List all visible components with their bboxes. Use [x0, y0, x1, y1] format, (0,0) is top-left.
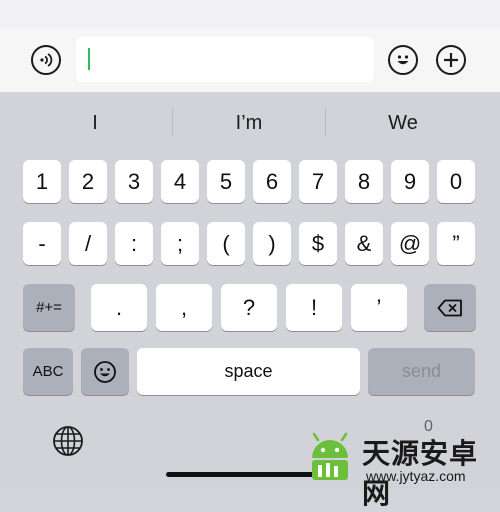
android-logo-icon [312, 432, 348, 480]
key-6[interactable]: 6 [253, 160, 291, 203]
key-at[interactable]: @ [391, 222, 429, 265]
key-left-paren[interactable]: ( [207, 222, 245, 265]
key-dollar[interactable]: $ [299, 222, 337, 265]
key-4[interactable]: 4 [161, 160, 199, 203]
key-hyphen[interactable]: - [23, 222, 61, 265]
plus-icon [444, 53, 458, 67]
send-key[interactable]: send [368, 348, 475, 395]
key-5[interactable]: 5 [207, 160, 245, 203]
voice-button[interactable] [31, 45, 61, 75]
chat-input-bar [0, 28, 500, 92]
emoji-button[interactable] [388, 45, 418, 75]
smiley-icon [94, 360, 116, 383]
backspace-icon [437, 299, 462, 316]
keyboard: I I’m We 1 2 3 4 5 6 7 8 9 0 - / : ; ( )… [0, 92, 500, 509]
more-symbols-key[interactable]: #+= [23, 284, 75, 331]
globe-button[interactable] [52, 425, 84, 462]
smiley-icon [397, 55, 409, 65]
globe-icon [53, 426, 83, 456]
top-strip [0, 0, 500, 28]
key-8[interactable]: 8 [345, 160, 383, 203]
suggestion-3[interactable]: We [326, 92, 480, 154]
key-7[interactable]: 7 [299, 160, 337, 203]
key-colon[interactable]: : [115, 222, 153, 265]
watermark-url: www.jytyaz.com [366, 468, 466, 484]
key-2[interactable]: 2 [69, 160, 107, 203]
key-slash[interactable]: / [69, 222, 107, 265]
key-3[interactable]: 3 [115, 160, 153, 203]
key-9[interactable]: 9 [391, 160, 429, 203]
key-semicolon[interactable]: ; [161, 222, 199, 265]
key-exclaim[interactable]: ! [286, 284, 342, 331]
key-right-paren[interactable]: ) [253, 222, 291, 265]
key-1[interactable]: 1 [23, 160, 61, 203]
watermark: 天源安卓网 www.jytyaz.com [300, 432, 500, 509]
space-key[interactable]: space [137, 348, 360, 395]
abc-key[interactable]: ABC [23, 348, 73, 395]
suggestion-1[interactable]: I [18, 92, 172, 154]
suggestion-2[interactable]: I’m [173, 92, 325, 154]
key-ampersand[interactable]: & [345, 222, 383, 265]
key-0[interactable]: 0 [437, 160, 475, 203]
key-period[interactable]: . [91, 284, 147, 331]
emoji-key[interactable] [81, 348, 129, 395]
voice-wave-icon [40, 53, 53, 67]
delete-key[interactable] [424, 284, 476, 331]
key-apostrophe[interactable]: ’ [351, 284, 407, 331]
key-comma[interactable]: , [156, 284, 212, 331]
add-button[interactable] [436, 45, 466, 75]
text-caret [88, 48, 90, 70]
key-quote[interactable]: ” [437, 222, 475, 265]
message-input[interactable] [76, 37, 374, 82]
key-question[interactable]: ? [221, 284, 277, 331]
